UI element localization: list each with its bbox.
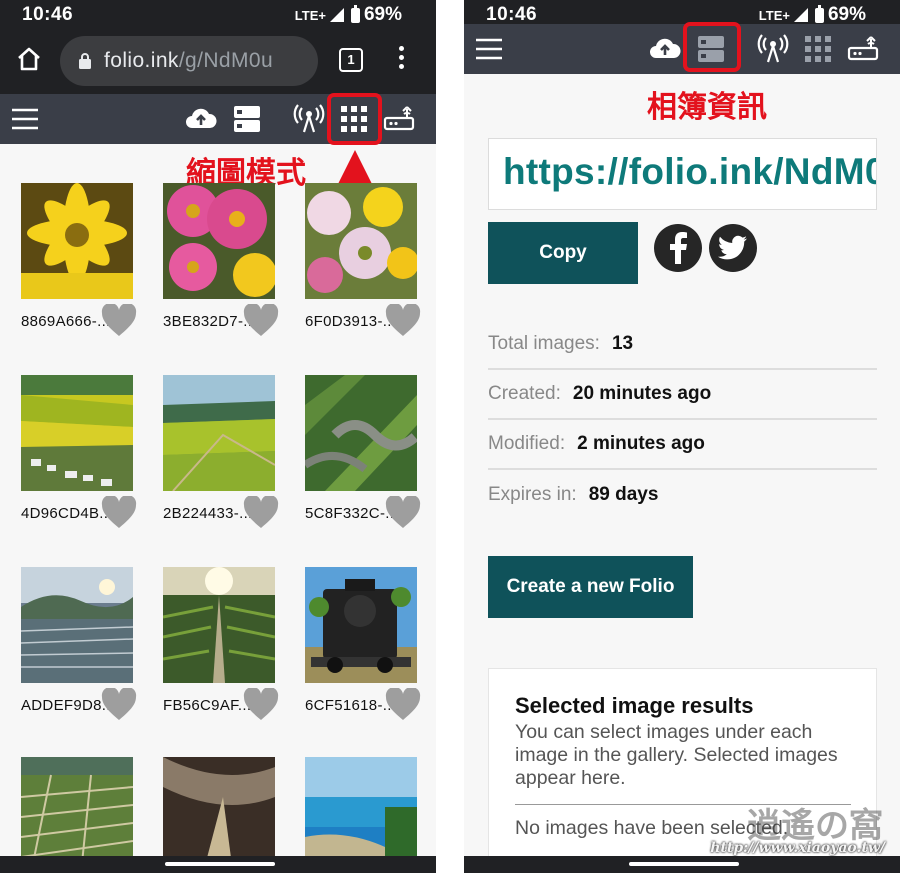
- upload-cloud-icon[interactable]: [184, 102, 218, 136]
- gallery-item: 6CF51618-...: [305, 567, 421, 720]
- status-time: 10:46: [486, 4, 538, 25]
- thumbnail-image[interactable]: [163, 375, 275, 491]
- thumbnail-mode-highlight: [327, 93, 382, 145]
- lock-icon: [79, 53, 91, 69]
- info-mode-highlight: [683, 22, 741, 72]
- status-bar: 10:46 LTE+ 69%: [0, 0, 436, 28]
- signal-icon: [329, 8, 344, 22]
- battery-icon: [814, 4, 824, 23]
- facebook-icon[interactable]: [654, 224, 702, 272]
- gallery-item: 6F0D3913-...: [305, 183, 421, 336]
- gallery-item: 2B224433-...: [163, 375, 279, 528]
- thumbnail-grid-icon[interactable]: [801, 32, 835, 66]
- create-folio-button[interactable]: Create a new Folio: [488, 556, 693, 618]
- upload-cloud-icon[interactable]: [648, 32, 682, 66]
- stat-total-images: Total images: 13: [488, 320, 877, 370]
- router-icon[interactable]: [382, 102, 416, 136]
- home-handle[interactable]: [165, 862, 275, 866]
- network-type: LTE+: [758, 7, 790, 23]
- gallery-item: 8869A666-...: [21, 183, 137, 336]
- results-title: Selected image results: [515, 693, 754, 718]
- url-path: /g/NdM0u: [178, 49, 274, 72]
- gallery-item: 3BE832D7-...: [163, 183, 279, 336]
- thumbnail-image[interactable]: [305, 567, 417, 683]
- app-toolbar: [464, 24, 900, 74]
- gallery-item: FB56C9AF...: [163, 567, 279, 720]
- share-link-text: https://folio.ink/NdM0u: [503, 151, 877, 192]
- thumbnail-image[interactable]: [21, 567, 133, 683]
- battery-percent: 69%: [827, 4, 866, 25]
- site-watermark: 逍遙の窩 http://www.xiaoyao.tw/: [670, 798, 895, 860]
- thumbnail-image[interactable]: [163, 183, 275, 299]
- address-field[interactable]: folio.ink/g/NdM0u: [60, 36, 318, 86]
- info-server-icon[interactable]: [230, 102, 264, 136]
- gallery-item: 5C8F332C-...: [305, 375, 421, 528]
- stat-label: Expires in:: [488, 484, 577, 505]
- broadcast-icon[interactable]: [756, 32, 790, 66]
- heart-icon[interactable]: [385, 304, 421, 338]
- annotation-album-info: 相簿資訊: [647, 90, 767, 125]
- stat-label: Created:: [488, 383, 561, 404]
- hamburger-menu-icon[interactable]: [472, 32, 506, 66]
- stat-value: 13: [611, 333, 634, 354]
- heart-icon[interactable]: [243, 304, 279, 338]
- stat-value: 20 minutes ago: [572, 383, 712, 404]
- home-handle[interactable]: [629, 862, 739, 866]
- browser-url-bar: folio.ink/g/NdM0u 1: [0, 28, 436, 94]
- heart-icon[interactable]: [385, 496, 421, 530]
- heart-icon[interactable]: [101, 688, 137, 722]
- heart-icon[interactable]: [101, 304, 137, 338]
- folio-info-panel: 相簿資訊 https://folio.ink/NdM0u Copy Total …: [464, 74, 900, 873]
- thumbnail-image[interactable]: [21, 375, 133, 491]
- thumbnail-image[interactable]: [305, 375, 417, 491]
- thumbnail-caption: 2B224433-...: [163, 505, 253, 522]
- heart-icon[interactable]: [243, 496, 279, 530]
- router-icon[interactable]: [846, 32, 880, 66]
- hamburger-menu-icon[interactable]: [8, 102, 42, 136]
- status-time: 10:46: [22, 4, 74, 25]
- heart-icon[interactable]: [101, 496, 137, 530]
- thumbnail-image[interactable]: [163, 567, 275, 683]
- stat-value: 2 minutes ago: [577, 433, 705, 454]
- thumbnail-image[interactable]: [21, 183, 133, 299]
- stat-value: 89 days: [588, 484, 659, 505]
- stat-modified: Modified: 2 minutes ago: [488, 420, 877, 470]
- gallery-item: ADDEF9D8...: [21, 567, 137, 720]
- watermark-url: http://www.xiaoyao.tw/: [710, 840, 885, 856]
- thumbnail-caption: 6CF51618-...: [305, 697, 397, 714]
- thumbnail-caption: 4D96CD4B...: [21, 505, 113, 522]
- thumbnail-caption: 8869A666-...: [21, 313, 111, 330]
- home-icon[interactable]: [16, 46, 42, 72]
- results-description: You can select images under each image i…: [515, 721, 838, 789]
- thumbnail-caption: FB56C9AF...: [163, 697, 252, 714]
- stat-expires: Expires in: 89 days: [488, 470, 877, 520]
- twitter-icon[interactable]: [709, 224, 757, 272]
- thumbnail-caption: 6F0D3913-...: [305, 313, 397, 330]
- battery-icon: [350, 4, 360, 23]
- phone-screen-info: 10:46 LTE+ 69% 相簿資訊 https://folio.ink/Nd…: [464, 0, 900, 873]
- stat-label: Total images:: [488, 333, 600, 354]
- network-type: LTE+: [294, 7, 326, 23]
- copy-button[interactable]: Copy: [488, 222, 638, 284]
- battery-percent: 69%: [363, 4, 402, 25]
- signal-icon: [793, 8, 808, 22]
- stat-label: Modified:: [488, 433, 566, 454]
- broadcast-icon[interactable]: [292, 102, 326, 136]
- heart-icon[interactable]: [243, 688, 279, 722]
- tab-switcher-button[interactable]: 1: [339, 48, 363, 72]
- stat-created: Created: 20 minutes ago: [488, 370, 877, 420]
- url-host: folio.ink: [104, 49, 179, 72]
- phone-screen-gallery: 10:46 LTE+ 69% folio.ink/g/NdM0u 1 縮圖模式 …: [0, 0, 436, 873]
- share-link-field[interactable]: https://folio.ink/NdM0u: [488, 138, 877, 210]
- gallery-item: 4D96CD4B...: [21, 375, 137, 528]
- heart-icon[interactable]: [385, 688, 421, 722]
- system-nav-bar: [0, 856, 436, 873]
- browser-menu-icon[interactable]: [396, 46, 406, 74]
- thumbnail-image[interactable]: [305, 183, 417, 299]
